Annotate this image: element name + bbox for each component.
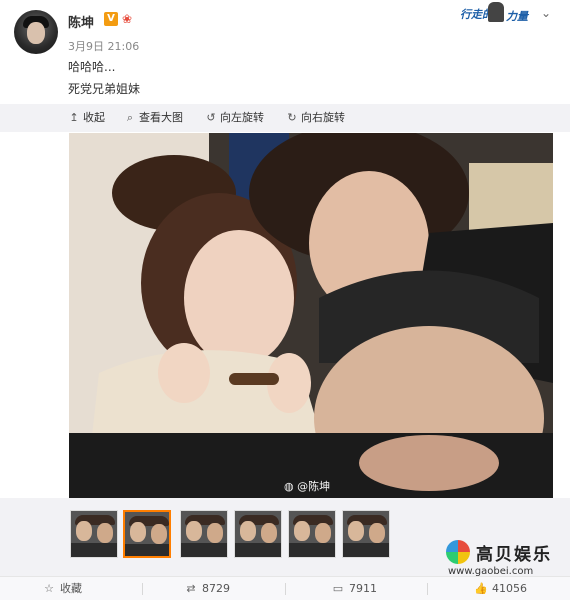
post-text-line-1: 哈哈哈... <box>68 60 116 74</box>
collapse-button[interactable]: ↥ 收起 <box>68 111 105 127</box>
site-logo-title: 高贝娱乐 <box>476 545 552 565</box>
star-icon: ☆ <box>44 582 54 595</box>
thumb-face <box>97 523 113 543</box>
post-header: 陈坤 V ❀ 3月9日 21:06 哈哈哈... 死党兄弟姐妹 行走的 力量 ⌄ <box>0 0 570 104</box>
vip-badge-icon: ❀ <box>122 12 133 26</box>
collapse-label: 收起 <box>83 111 105 124</box>
thumbnail[interactable] <box>234 510 282 558</box>
thumb-body <box>235 543 281 557</box>
thumb-body <box>343 543 389 557</box>
comment-count: 7911 <box>349 582 377 595</box>
thumbnail[interactable] <box>70 510 118 558</box>
brand-tag-text-2: 力量 <box>506 10 528 23</box>
thumb-face <box>186 521 202 541</box>
photo-watermark: ◍ @陈坤 <box>284 478 330 494</box>
comment-button[interactable]: ▭ 7911 <box>331 582 377 596</box>
thumb-body <box>71 543 117 557</box>
site-logo-icon <box>446 540 470 564</box>
repost-button[interactable]: ⇄ 8729 <box>184 582 230 596</box>
photo-illustration <box>69 133 553 498</box>
action-bar: ☆ 收藏 ⇄ 8729 ▭ 7911 👍 41056 <box>0 576 570 600</box>
chevron-down-icon[interactable]: ⌄ <box>538 6 554 22</box>
repost-icon: ⇄ <box>186 582 196 595</box>
divider <box>427 583 428 595</box>
thumbnail-active[interactable] <box>123 510 171 558</box>
avatar-face <box>27 22 45 44</box>
brand-person-icon <box>488 2 504 22</box>
watermark-text: @陈坤 <box>297 480 331 493</box>
like-button[interactable]: 👍 41056 <box>474 582 527 596</box>
thumb-face <box>294 521 310 541</box>
thumb-face <box>348 521 364 541</box>
rotate-left-label: 向左旋转 <box>220 111 264 124</box>
favorite-label: 收藏 <box>60 582 82 595</box>
verified-badge-icon: V <box>104 12 118 26</box>
divider <box>285 583 286 595</box>
rotate-right-icon: ↻ <box>287 111 297 124</box>
author-name[interactable]: 陈坤 <box>68 12 94 31</box>
thumb-body <box>181 543 227 557</box>
post-photo[interactable] <box>69 133 553 498</box>
thumb-face <box>76 521 92 541</box>
thumbnail[interactable] <box>180 510 228 558</box>
brand-tag: 行走的 力量 <box>460 2 534 24</box>
weibo-logo-icon: ◍ <box>284 480 294 493</box>
post-text-line-2: 死党兄弟姐妹 <box>68 82 141 96</box>
rotate-left-button[interactable]: ↺ 向左旋转 <box>205 111 264 127</box>
view-large-label: 查看大图 <box>139 111 183 124</box>
post-time[interactable]: 3月9日 21:06 <box>68 38 139 54</box>
thumbnail[interactable] <box>342 510 390 558</box>
rotate-left-icon: ↺ <box>206 111 216 124</box>
thumb-face <box>369 523 385 543</box>
divider <box>142 583 143 595</box>
magnifier-icon: ⌕ <box>126 111 134 124</box>
image-toolbar: ↥ 收起 ⌕ 查看大图 ↺ 向左旋转 ↻ 向右旋转 <box>0 104 570 132</box>
thumb-face <box>151 524 167 544</box>
like-count: 41056 <box>492 582 527 595</box>
thumbnail[interactable] <box>288 510 336 558</box>
thumb-face <box>315 523 331 543</box>
arrow-up-icon: ↥ <box>69 111 79 124</box>
repost-count: 8729 <box>202 582 230 595</box>
thumb-face <box>207 523 223 543</box>
thumbs-up-icon: 👍 <box>474 582 488 595</box>
thumb-face <box>261 523 277 543</box>
view-large-button[interactable]: ⌕ 查看大图 <box>124 111 183 127</box>
thumb-face <box>130 522 146 542</box>
thumb-body <box>125 544 169 556</box>
avatar[interactable] <box>14 10 58 54</box>
thumb-face <box>240 521 256 541</box>
thumb-body <box>289 543 335 557</box>
rotate-right-button[interactable]: ↻ 向右旋转 <box>286 111 345 127</box>
comment-icon: ▭ <box>332 582 344 595</box>
rotate-right-label: 向右旋转 <box>301 111 345 124</box>
favorite-button[interactable]: ☆ 收藏 <box>42 582 82 596</box>
